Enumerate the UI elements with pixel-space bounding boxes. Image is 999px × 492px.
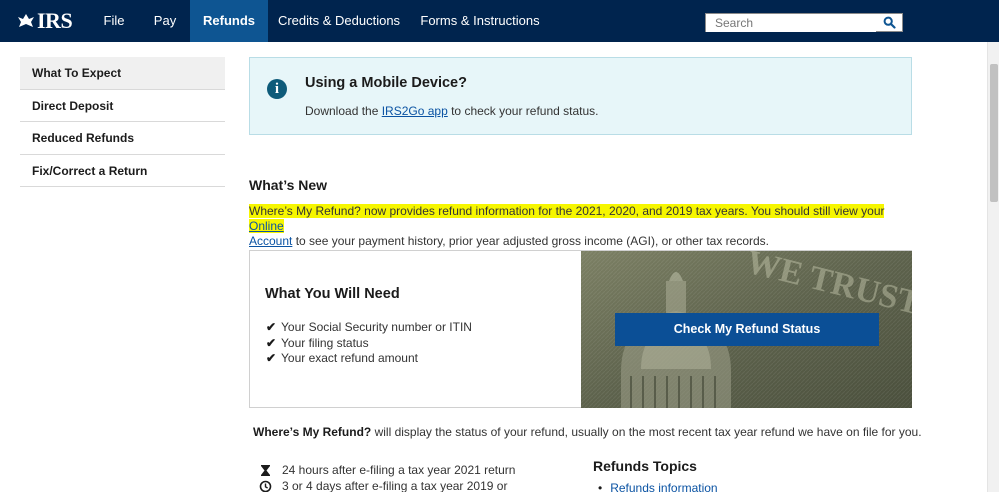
list-item: 3 or 4 days after e-filing a tax year 20… [259,479,515,492]
notice-text: Where’s My Refund? now provides refund i… [249,204,885,218]
needs-item-text: Your Social Security number or ITIN [281,320,472,334]
refunds-topics-heading: Refunds Topics [593,458,697,474]
list-item: ✔ Your filing status [266,336,472,352]
status-rest: will display the status of your refund, … [371,425,922,439]
scrollbar-thumb[interactable] [990,64,998,202]
status-description: Where’s My Refund? will display the stat… [253,425,922,439]
clock-icon [259,480,272,492]
info-icon: i [267,79,287,99]
callout-title: Using a Mobile Device? [305,75,467,91]
highlighted-notice-text: Where’s My Refund? now provides refund i… [249,204,885,233]
needs-item-text: Your exact refund amount [281,351,418,365]
needs-title: What You Will Need [265,286,400,302]
checkmark-icon: ✔ [266,320,277,334]
search-input[interactable] [706,14,876,32]
callout-text-after: to check your refund status. [447,104,599,118]
refunds-topics-list: Refunds information [598,481,717,492]
list-item: ✔ Your exact refund amount [266,351,472,367]
check-refund-status-button[interactable]: Check My Refund Status [615,313,879,346]
hourglass-icon [261,465,270,477]
nav-refunds[interactable]: Refunds [190,0,268,42]
needs-item-text: Your filing status [281,335,369,350]
timing-list: 24 hours after e-filing a tax year 2021 … [259,463,515,492]
mobile-device-callout: i Using a Mobile Device? Download the IR… [249,57,912,135]
whats-new-notice: Where’s My Refund? now provides refund i… [249,204,911,249]
notice-text-after: to see your payment history, prior year … [292,234,770,248]
eagle-logo-icon [18,14,34,27]
callout-text-before: Download the [305,104,382,118]
sidebar-item-reduced-refunds[interactable]: Reduced Refunds [20,122,225,155]
search-icon[interactable] [883,16,896,29]
list-item: 24 hours after e-filing a tax year 2021 … [259,463,515,479]
sidebar-nav: What To Expect Direct Deposit Reduced Re… [20,57,225,187]
nav-forms-instructions[interactable]: Forms & Instructions [414,0,546,42]
checkmark-icon: ✔ [266,335,277,350]
irs-logo[interactable]: IRS [16,8,73,33]
list-item: Refunds information [598,481,717,492]
what-you-will-need-panel: What You Will Need ✔ Your Social Security… [249,250,912,408]
nav-credits-deductions[interactable]: Credits & Deductions [274,0,404,42]
online-account-link[interactable]: Online [249,219,284,233]
timing-text: 3 or 4 days after e-filing a tax year 20… [282,478,508,492]
status-bold: Where’s My Refund? [253,425,372,439]
online-account-link-cont[interactable]: Account [249,234,292,248]
page-scrollbar[interactable] [987,42,999,492]
timing-text: 24 hours after e-filing a tax year 2021 … [282,463,516,477]
whats-new-heading: What’s New [249,177,328,193]
logo-text: IRS [37,8,73,33]
callout-text: Download the IRS2Go app to check your re… [305,104,599,118]
sidebar-item-what-to-expect[interactable]: What To Expect [20,57,225,90]
needs-list: ✔ Your Social Security number or ITIN ✔ Yo… [266,320,472,367]
nav-pay[interactable]: Pay [144,0,186,42]
nav-file[interactable]: File [92,0,136,42]
sidebar-item-direct-deposit[interactable]: Direct Deposit [20,90,225,122]
refunds-information-link[interactable]: Refunds information [610,481,717,492]
search-box [705,13,903,32]
checkmark-icon: ✔ [266,351,277,365]
irs2go-app-link[interactable]: IRS2Go app [382,104,448,118]
list-item: ✔ Your Social Security number or ITIN [266,320,472,336]
sidebar-item-fix-correct-return[interactable]: Fix/Correct a Return [20,155,225,187]
top-navigation: IRS File Pay Refunds Credits & Deduction… [0,0,999,42]
